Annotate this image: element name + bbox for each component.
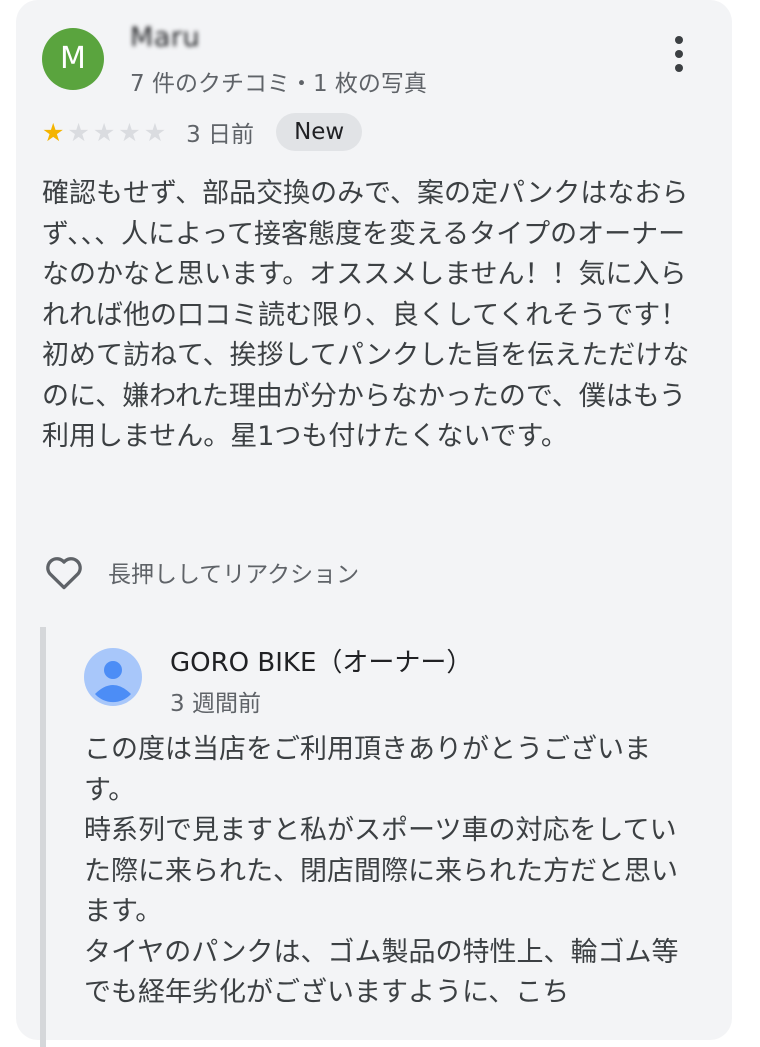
reviewer-avatar[interactable]: M: [42, 28, 104, 90]
person-avatar-icon: [84, 648, 142, 706]
reply-paragraph: 時系列で見ますと私がスポーツ車の対応をしていた際に来られた、閉店間際に来られた方…: [84, 815, 678, 927]
review-text: 確認もせず、部品交換のみで、案の定パンクはなおらず、、、人によって接客態度を変え…: [42, 178, 690, 452]
reply-divider: [40, 627, 46, 1047]
owner-reply-text: この度は当店をご利用頂きありがとうございます。 時系列で見ますと私がスポーツ車の…: [84, 730, 702, 1014]
reviewer-name[interactable]: Maru: [130, 22, 200, 53]
star-empty-icon: ★: [92, 117, 116, 147]
star-rating: ★ ★ ★ ★ ★: [42, 120, 166, 145]
review-time: 3 日前: [186, 122, 255, 148]
star-empty-icon: ★: [118, 117, 141, 147]
reaction-label: 長押ししてリアクション: [108, 562, 360, 588]
star-empty-icon: ★: [67, 117, 90, 147]
owner-name: GORO BIKE（オーナー）: [170, 648, 473, 678]
reaction-button[interactable]: 長押ししてリアクション: [42, 550, 359, 594]
new-badge: New: [276, 113, 363, 151]
more-vert-icon[interactable]: [664, 36, 694, 84]
owner-reply-time: 3 週間前: [170, 691, 261, 717]
reviewer-name-text: Maru: [130, 22, 201, 53]
reviewer-meta: 7 件のクチコミ・1 枚の写真: [130, 71, 427, 97]
star-filled-icon: ★: [42, 117, 65, 147]
reply-paragraph: この度は当店をご利用頂きありがとうございます。: [84, 734, 651, 806]
star-empty-icon: ★: [143, 117, 167, 147]
rating-row: ★ ★ ★ ★ ★ 3 日前 New: [42, 110, 363, 154]
reply-paragraph: タイヤのパンクは、ゴム製品の特性上、輪ゴム等でも経年劣化がございますように、こち: [84, 936, 679, 1009]
heart-outline-icon: [46, 557, 82, 590]
